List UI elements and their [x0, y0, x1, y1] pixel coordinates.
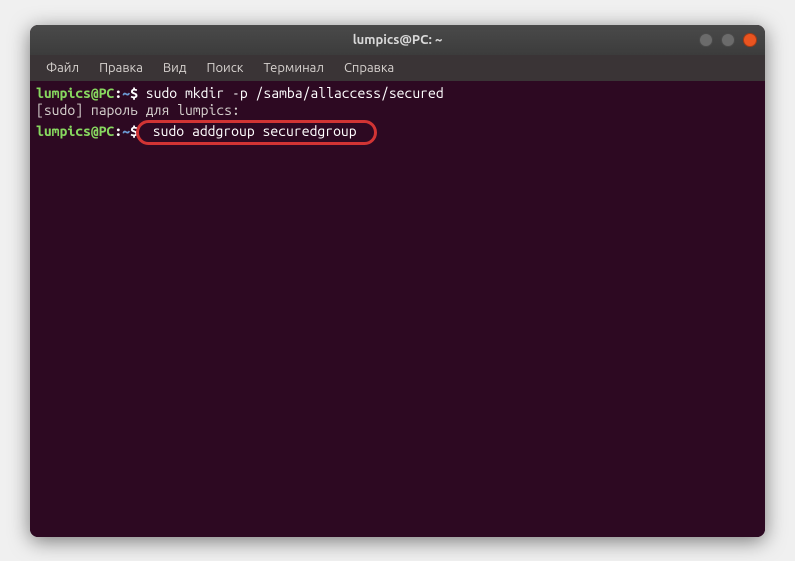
- menu-file[interactable]: Файл: [38, 59, 87, 77]
- menu-edit[interactable]: Правка: [91, 59, 151, 77]
- maximize-button[interactable]: [721, 33, 735, 47]
- highlight-annotation: sudo addgroup securedgroup: [136, 120, 378, 146]
- menu-search[interactable]: Поиск: [198, 59, 251, 77]
- prompt-dollar: $: [130, 85, 138, 101]
- menu-help[interactable]: Справка: [336, 59, 402, 77]
- prompt-path: ~: [122, 85, 130, 101]
- command-2: sudo addgroup securedgroup: [145, 123, 365, 139]
- terminal-window: lumpics@PC: ~ Файл Правка Вид Поиск Терм…: [30, 25, 765, 537]
- terminal-output-1: [sudo] пароль для lumpics:: [36, 102, 759, 120]
- menubar: Файл Правка Вид Поиск Терминал Справка: [30, 55, 765, 81]
- window-title: lumpics@PC: ~: [353, 33, 443, 47]
- terminal-line-1: lumpics@PC:~$ sudo mkdir -p /samba/allac…: [36, 85, 759, 103]
- terminal-body[interactable]: lumpics@PC:~$ sudo mkdir -p /samba/allac…: [30, 81, 765, 537]
- minimize-button[interactable]: [699, 33, 713, 47]
- command-1: sudo mkdir -p /samba/allaccess/secured: [138, 85, 444, 101]
- prompt-user: lumpics@PC: [36, 85, 114, 101]
- window-controls: [699, 33, 757, 47]
- titlebar[interactable]: lumpics@PC: ~: [30, 25, 765, 55]
- terminal-line-2: lumpics@PC:~$ sudo addgroup securedgroup: [36, 120, 759, 146]
- prompt-path: ~: [122, 123, 130, 139]
- prompt-user: lumpics@PC: [36, 123, 114, 139]
- close-button[interactable]: [743, 33, 757, 47]
- menu-terminal[interactable]: Терминал: [255, 59, 331, 77]
- menu-view[interactable]: Вид: [155, 59, 195, 77]
